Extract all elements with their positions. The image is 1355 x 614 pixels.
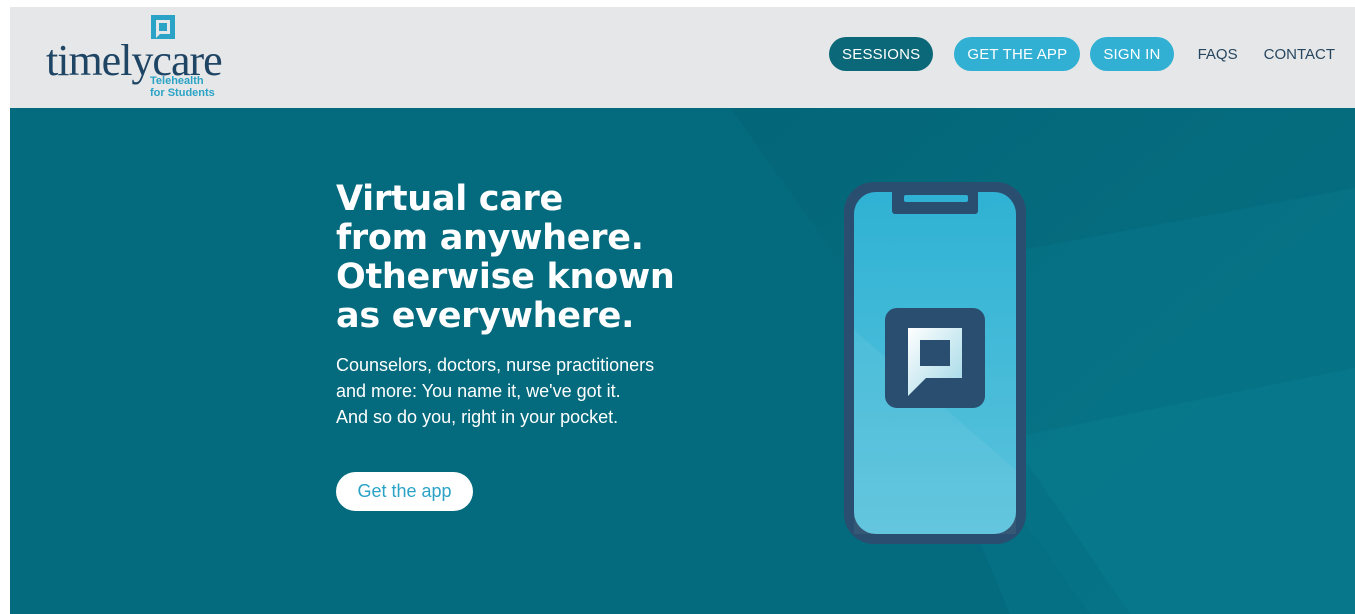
headline-line-2: from anywhere. bbox=[336, 218, 644, 258]
get-the-app-button[interactable]: GET THE APP bbox=[954, 37, 1081, 71]
logo-tagline: Telehealth for Students bbox=[150, 75, 215, 99]
hero-subcopy: Counselors, doctors, nurse practitioners… bbox=[336, 355, 655, 427]
timelycare-logo[interactable]: timelycare Telehealth for Students bbox=[46, 13, 236, 103]
hero-section: Virtual care from anywhere. Otherwise kn… bbox=[10, 108, 1355, 614]
sign-in-button[interactable]: SIGN IN bbox=[1090, 37, 1174, 71]
page: timelycare Telehealth for Students SESSI… bbox=[10, 7, 1355, 614]
hero-headline: Virtual care from anywhere. Otherwise kn… bbox=[336, 180, 756, 336]
main-nav: SESSIONS GET THE APP SIGN IN FAQS CONTAC… bbox=[829, 37, 1335, 71]
smartphone-app-icon bbox=[844, 182, 1026, 544]
contact-link[interactable]: CONTACT bbox=[1264, 46, 1335, 63]
speech-bubble-square-icon bbox=[151, 15, 175, 39]
headline-line-1: Virtual care bbox=[336, 179, 563, 219]
site-header: timelycare Telehealth for Students SESSI… bbox=[10, 7, 1355, 108]
headline-line-4: as everywhere. bbox=[336, 296, 635, 336]
faqs-link[interactable]: FAQS bbox=[1198, 46, 1238, 63]
tagline-line-1: Telehealth bbox=[150, 75, 204, 87]
sessions-button[interactable]: SESSIONS bbox=[829, 37, 934, 71]
tagline-line-2: for Students bbox=[150, 87, 215, 99]
headline-line-3: Otherwise known bbox=[336, 257, 675, 297]
get-the-app-cta-button[interactable]: Get the app bbox=[336, 472, 473, 511]
